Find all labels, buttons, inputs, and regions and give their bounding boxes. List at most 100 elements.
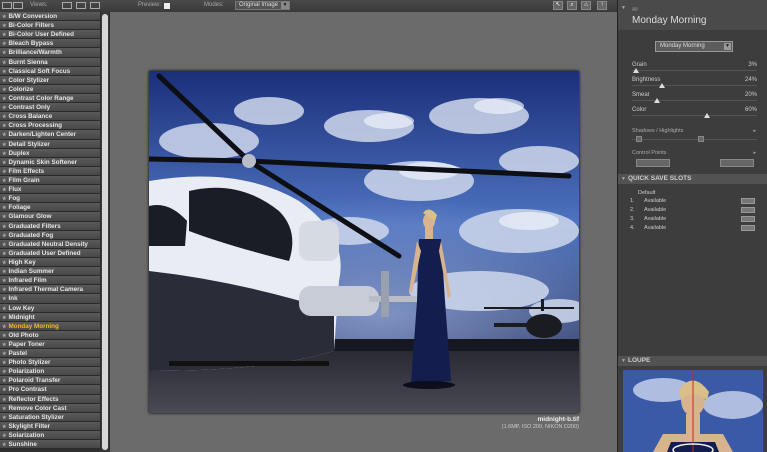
favorite-star-icon[interactable]: ★ xyxy=(2,224,6,230)
filter-item[interactable]: ★ Graduated User Defined xyxy=(0,248,100,258)
shadows-knob[interactable] xyxy=(636,136,642,142)
favorite-star-icon[interactable]: ★ xyxy=(2,132,6,138)
filter-item[interactable]: ★ Sunshine xyxy=(0,440,100,450)
favorite-star-icon[interactable]: ★ xyxy=(2,433,6,439)
filter-item[interactable]: ★ B/W Conversion xyxy=(0,12,100,22)
add-control-point-button[interactable] xyxy=(636,159,670,167)
favorite-star-icon[interactable]: ★ xyxy=(2,96,6,102)
favorite-star-icon[interactable]: ★ xyxy=(2,242,6,248)
favorite-star-icon[interactable]: ★ xyxy=(2,315,6,321)
filter-item[interactable]: ★ Reflector Effects xyxy=(0,394,100,404)
favorite-star-icon[interactable]: ★ xyxy=(2,32,6,38)
filter-item[interactable]: ★ Midnight xyxy=(0,312,100,322)
favorite-star-icon[interactable]: ★ xyxy=(2,415,6,421)
collapse-triangle-icon[interactable]: ▼ xyxy=(621,3,626,13)
slider-knob[interactable] xyxy=(654,98,660,103)
favorite-star-icon[interactable]: ★ xyxy=(2,41,6,47)
filter-item[interactable]: ★ Foliage xyxy=(0,203,100,213)
slot-set-button[interactable] xyxy=(741,225,755,231)
remove-control-point-button[interactable] xyxy=(720,159,754,167)
favorite-star-icon[interactable]: ★ xyxy=(2,69,6,75)
zoom-tool-icon[interactable]: ⌕ xyxy=(567,1,577,10)
filter-item[interactable]: ★ Glamour Glow xyxy=(0,212,100,222)
filter-item[interactable]: ★ Contrast Only xyxy=(0,103,100,113)
highlights-knob[interactable] xyxy=(698,136,704,142)
favorite-star-icon[interactable]: ★ xyxy=(2,169,6,175)
filter-item[interactable]: ★ Polaroid Transfer xyxy=(0,376,100,386)
favorite-star-icon[interactable]: ★ xyxy=(2,260,6,266)
favorite-star-icon[interactable]: ★ xyxy=(2,78,6,84)
filter-item[interactable]: ★ Infrared Thermal Camera xyxy=(0,285,100,295)
favorite-star-icon[interactable]: ★ xyxy=(2,205,6,211)
favorite-star-icon[interactable]: ★ xyxy=(2,50,6,56)
preview-checkbox[interactable] xyxy=(164,3,170,9)
view-single-button[interactable] xyxy=(62,2,72,9)
favorite-star-icon[interactable]: ★ xyxy=(2,123,6,129)
favorite-star-icon[interactable]: ★ xyxy=(2,397,6,403)
favorite-star-icon[interactable]: ★ xyxy=(2,287,6,293)
expand-triangle-icon[interactable]: ▸ xyxy=(753,128,756,134)
favorite-star-icon[interactable]: ★ xyxy=(2,187,6,193)
filter-item[interactable]: ★ Dynamic Skin Softener xyxy=(0,157,100,167)
favorite-star-icon[interactable]: ★ xyxy=(2,105,6,111)
filter-item[interactable]: ★ Photo Stylizer xyxy=(0,358,100,368)
favorite-star-icon[interactable]: ★ xyxy=(2,233,6,239)
filter-item[interactable]: ★ Contrast Color Range xyxy=(0,93,100,104)
sidebar-scrollbar[interactable] xyxy=(101,12,109,452)
filter-item[interactable]: ★ Classical Soft Focus xyxy=(0,66,100,76)
favorite-star-icon[interactable]: ★ xyxy=(2,333,6,339)
filter-item[interactable]: ★ Flux xyxy=(0,185,100,195)
favorite-star-icon[interactable]: ★ xyxy=(2,114,6,120)
filter-item[interactable]: ★ Skylight Filter xyxy=(0,421,100,432)
favorite-star-icon[interactable]: ★ xyxy=(2,369,6,375)
filter-item[interactable]: ★ Old Photo xyxy=(0,330,100,340)
slider-knob[interactable] xyxy=(704,113,710,118)
filter-item[interactable]: ★ Pastel xyxy=(0,349,100,359)
favorite-star-icon[interactable]: ★ xyxy=(2,351,6,357)
preset-select[interactable]: Monday Morning ▼ xyxy=(655,41,733,52)
favorite-star-icon[interactable]: ★ xyxy=(2,296,6,302)
filter-item[interactable]: ★ Bi-Color Filters xyxy=(0,21,100,31)
filter-item[interactable]: ★ Darken/Lighten Center xyxy=(0,130,100,140)
slider-knob[interactable] xyxy=(659,83,665,88)
single-view-icon[interactable] xyxy=(2,2,12,9)
filter-item[interactable]: ★ Paper Toner xyxy=(0,339,100,350)
upload-icon[interactable]: ↑ xyxy=(597,1,607,10)
favorite-star-icon[interactable]: ★ xyxy=(2,306,6,312)
filter-item[interactable]: ★ Graduated Fog xyxy=(0,230,100,240)
slot-set-button[interactable] xyxy=(741,198,755,204)
favorite-star-icon[interactable]: ★ xyxy=(2,442,6,448)
filter-item[interactable]: ★ Monday Morning xyxy=(0,321,100,331)
filter-item[interactable]: ★ Film Grain xyxy=(0,175,100,186)
filter-item[interactable]: ★ Graduated Neutral Density xyxy=(0,239,100,249)
filter-item[interactable]: ★ Color Stylizer xyxy=(0,75,100,85)
slot-set-button[interactable] xyxy=(741,207,755,213)
filter-item[interactable]: ★ Low Key xyxy=(0,303,100,313)
slider-track[interactable] xyxy=(632,85,757,86)
filter-item[interactable]: ★ Ink xyxy=(0,294,100,304)
slider-track[interactable] xyxy=(632,100,757,101)
filter-item[interactable]: ★ High Key xyxy=(0,257,100,268)
favorite-star-icon[interactable]: ★ xyxy=(2,278,6,284)
favorite-star-icon[interactable]: ★ xyxy=(2,160,6,166)
filter-item[interactable]: ★ Fog xyxy=(0,194,100,204)
filter-item[interactable]: ★ Bleach Bypass xyxy=(0,39,100,49)
expand-triangle-icon[interactable]: ▸ xyxy=(753,150,756,156)
view-split-button[interactable] xyxy=(90,2,100,9)
filter-item[interactable]: ★ Pro Contrast xyxy=(0,385,100,395)
favorite-star-icon[interactable]: ★ xyxy=(2,406,6,412)
favorite-star-icon[interactable]: ★ xyxy=(2,23,6,29)
favorite-star-icon[interactable]: ★ xyxy=(2,196,6,202)
favorite-star-icon[interactable]: ★ xyxy=(2,342,6,348)
favorite-star-icon[interactable]: ★ xyxy=(2,151,6,157)
filter-item[interactable]: ★ Film Effects xyxy=(0,166,100,176)
slider-track[interactable] xyxy=(632,70,757,71)
favorite-star-icon[interactable]: ★ xyxy=(2,87,6,93)
filter-item[interactable]: ★ Infrared Film xyxy=(0,276,100,286)
filter-item[interactable]: ★ Burnt Sienna xyxy=(0,57,100,67)
favorite-star-icon[interactable]: ★ xyxy=(2,269,6,275)
home-icon[interactable]: ⌂ xyxy=(581,1,591,10)
view-side-by-side-button[interactable] xyxy=(76,2,86,9)
filter-item[interactable]: ★ Brilliance/Warmth xyxy=(0,48,100,58)
slider-track[interactable] xyxy=(632,115,757,116)
